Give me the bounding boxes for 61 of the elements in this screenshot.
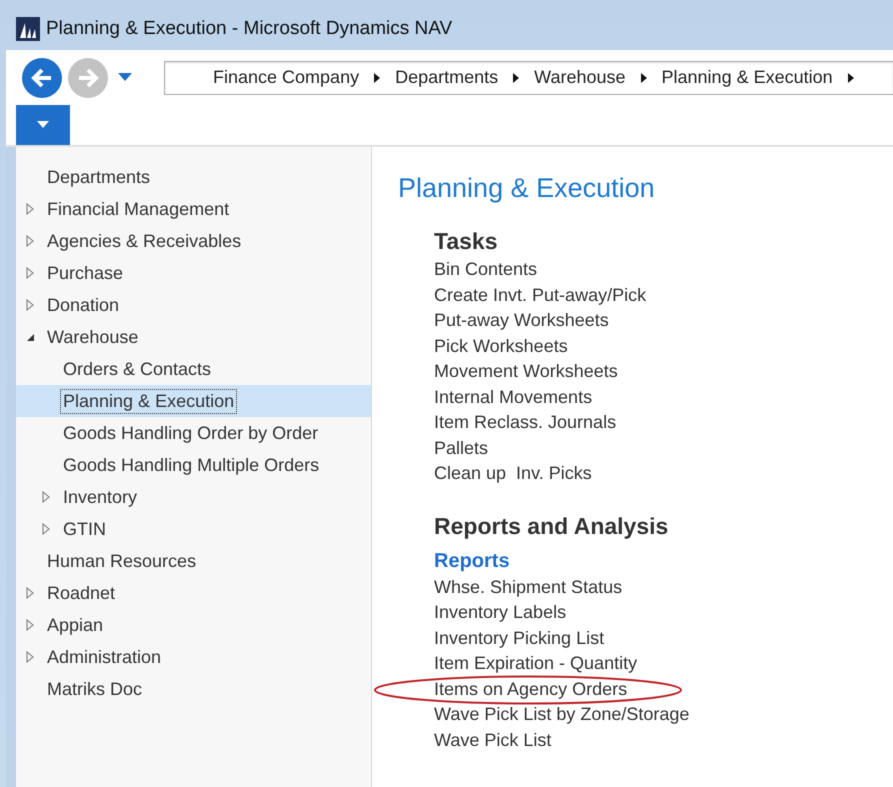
collapsed-arrow-icon[interactable]	[42, 523, 50, 535]
action-link[interactable]: Wave Pick List	[434, 730, 552, 751]
action-link[interactable]: Whse. Shipment Status	[434, 576, 622, 598]
back-button[interactable]	[22, 58, 62, 98]
action-link[interactable]: Item Reclass. Journals	[434, 412, 616, 434]
tree-item[interactable]: Inventory	[60, 484, 140, 510]
caret-icon	[118, 73, 132, 82]
tree-item[interactable]: GTIN	[60, 516, 109, 542]
action-link[interactable]: Movement Worksheets	[434, 361, 618, 382]
tree-item[interactable]: Planning & Execution	[60, 388, 238, 414]
page-title: Planning & Execution	[398, 173, 656, 204]
tree-item[interactable]: Appian	[44, 612, 106, 638]
tree-item[interactable]: Financial Management	[44, 196, 232, 222]
breadcrumb-arrow-icon[interactable]	[640, 72, 648, 84]
action-link[interactable]: Pick Worksheets	[434, 336, 568, 357]
ribbon-toggle-button[interactable]	[16, 105, 70, 145]
tree-item[interactable]: Orders & Contacts	[60, 356, 214, 382]
action-link[interactable]: Wave Pick List by Zone/Storage	[434, 704, 690, 726]
tree-item[interactable]: Donation	[44, 292, 122, 318]
collapsed-arrow-icon[interactable]	[26, 203, 34, 215]
section-heading: Tasks	[434, 228, 499, 255]
caret-icon	[37, 121, 49, 129]
breadcrumb-arrow-icon[interactable]	[373, 72, 382, 84]
collapsed-arrow-icon[interactable]	[42, 491, 50, 503]
breadcrumb-item[interactable]: Finance Company	[213, 67, 360, 88]
action-link[interactable]: Inventory Picking List	[434, 628, 604, 649]
action-link[interactable]: Item Expiration - Quantity	[434, 653, 638, 674]
collapsed-arrow-icon[interactable]	[26, 299, 34, 311]
action-link[interactable]: Clean up Inv. Picks	[434, 463, 592, 484]
expanded-arrow-icon[interactable]	[26, 332, 34, 342]
action-link[interactable]: Create Invt. Put-away/Pick	[434, 284, 646, 306]
tree-item[interactable]: Human Resources	[44, 548, 200, 574]
action-link[interactable]: Bin Contents	[434, 259, 538, 280]
breadcrumb-item[interactable]: Warehouse	[534, 67, 626, 88]
tree-item[interactable]: Departments	[44, 164, 154, 190]
action-link[interactable]: Put-away Worksheets	[434, 310, 609, 332]
tree-item[interactable]: Warehouse	[44, 324, 142, 350]
group-heading: Reports	[434, 550, 511, 572]
collapsed-arrow-icon[interactable]	[26, 235, 34, 247]
tree-item[interactable]: Goods Handling Order by Order	[60, 420, 322, 446]
action-link[interactable]: Inventory Labels	[434, 602, 566, 624]
breadcrumb-item[interactable]: Departments	[395, 67, 498, 88]
breadcrumb-arrow-icon[interactable]	[512, 72, 520, 84]
tree-item[interactable]: Goods Handling Multiple Orders	[60, 452, 322, 478]
collapsed-arrow-icon[interactable]	[26, 651, 34, 663]
collapsed-arrow-icon[interactable]	[26, 619, 34, 631]
address-bar[interactable]: Finance Company Departments Warehouse Planning & Execution	[164, 60, 893, 94]
collapsed-arrow-icon[interactable]	[26, 587, 34, 599]
app-logo-icon	[16, 17, 40, 41]
collapsed-arrow-icon[interactable]	[26, 267, 34, 279]
tree-item[interactable]: Matriks Doc	[44, 676, 146, 702]
breadcrumb-arrow-icon[interactable]	[846, 72, 855, 84]
tree-item[interactable]: Roadnet	[44, 580, 118, 606]
tree-item[interactable]: Administration	[44, 644, 164, 670]
section-heading: Reports and Analysis	[434, 512, 670, 540]
action-link[interactable]: Pallets	[434, 438, 488, 459]
tree-item[interactable]: Purchase	[44, 260, 126, 286]
window-title: Planning & Execution - Microsoft Dynamics NAV	[46, 18, 452, 40]
breadcrumb-item[interactable]: Planning & Execution	[662, 67, 833, 88]
action-link[interactable]: Internal Movements	[434, 386, 592, 408]
tree-item[interactable]: Agencies & Receivables	[44, 228, 244, 254]
